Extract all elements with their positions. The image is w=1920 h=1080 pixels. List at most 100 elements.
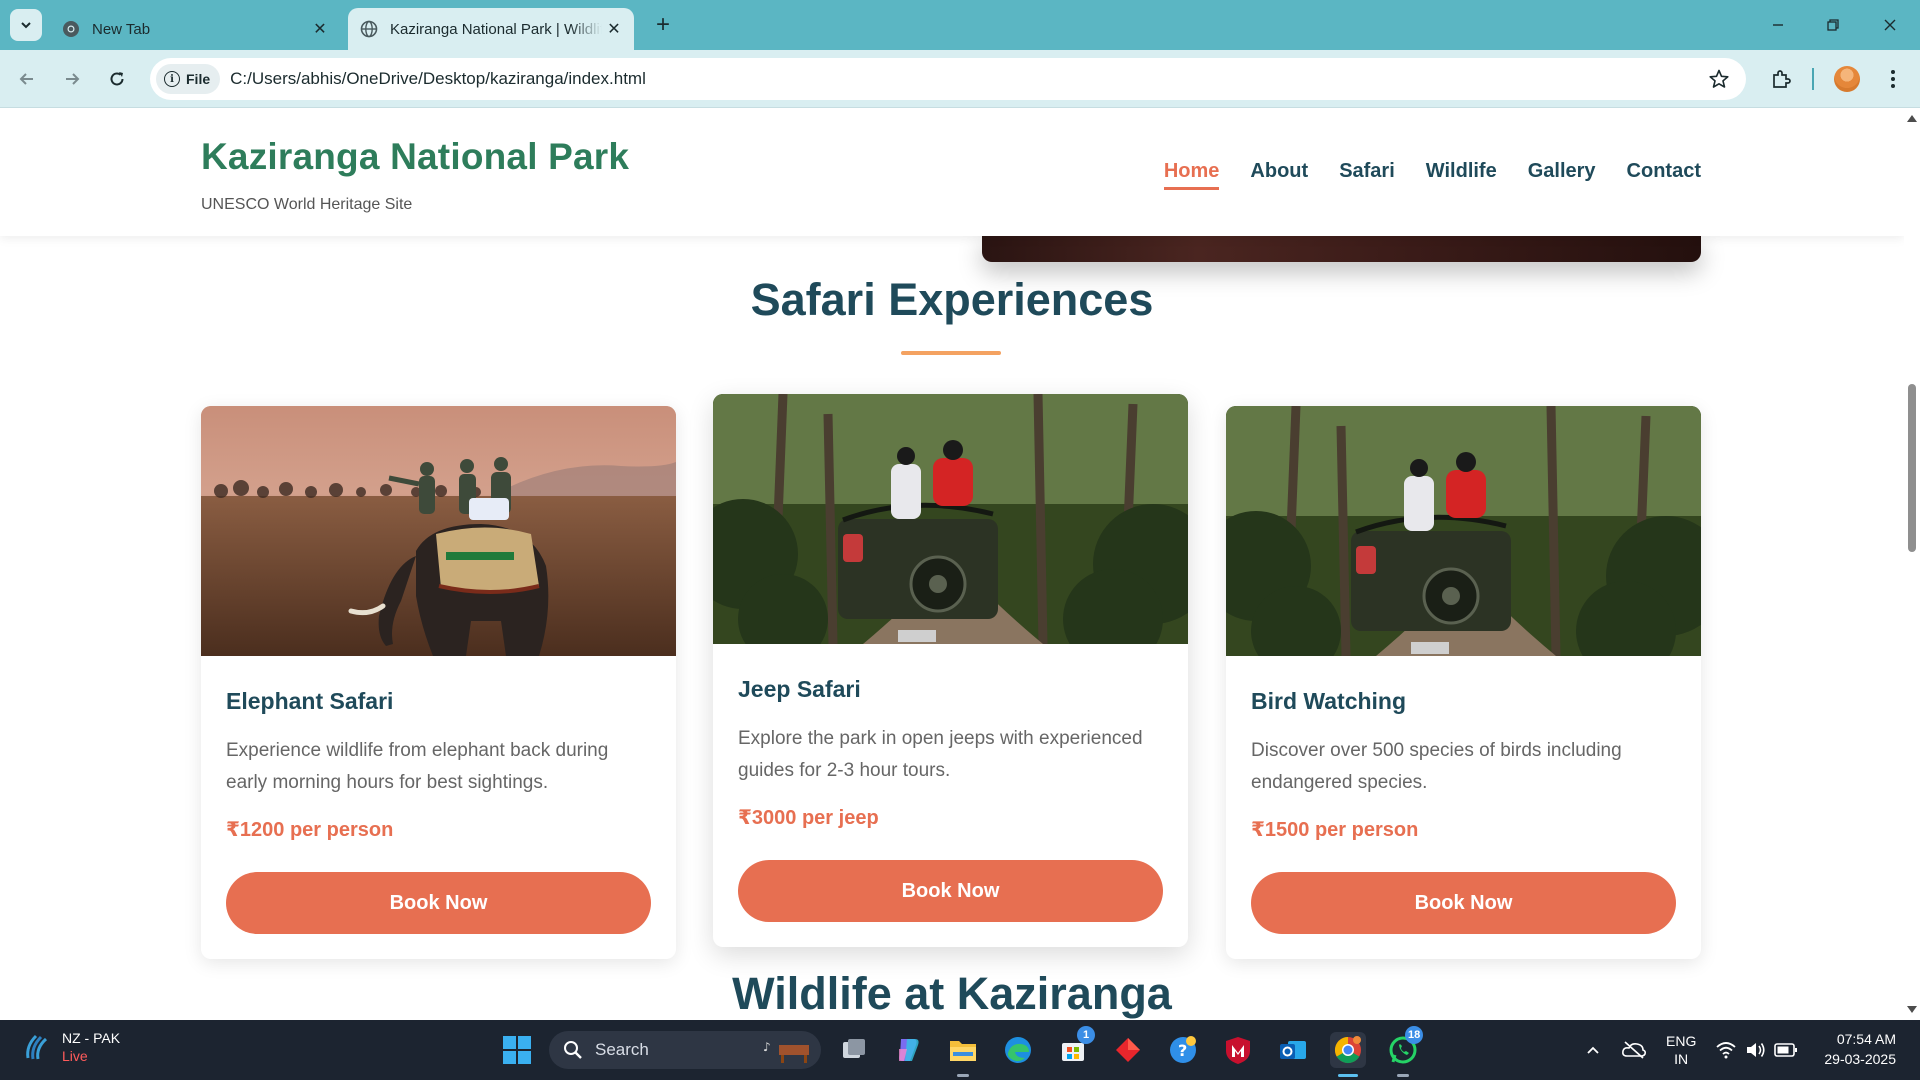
card-price: ₹1500 per person bbox=[1251, 819, 1419, 841]
bookmark-star-icon[interactable] bbox=[1708, 68, 1730, 90]
new-tab-plus-icon[interactable]: + bbox=[650, 11, 676, 38]
tab-search-button[interactable] bbox=[10, 9, 42, 41]
scrollbar-thumb[interactable] bbox=[1908, 384, 1916, 552]
language-line2: IN bbox=[1674, 1051, 1689, 1067]
browser-tab-bar: New Tab ✕ Kaziranga National Park | Wild… bbox=[0, 0, 1920, 50]
search-icon bbox=[564, 1041, 582, 1059]
extensions-icon[interactable] bbox=[1766, 64, 1796, 94]
search-placeholder: Search bbox=[595, 1040, 649, 1059]
language-indicator[interactable]: ENG IN bbox=[1666, 1020, 1696, 1080]
card-title: Elephant Safari bbox=[226, 688, 394, 714]
battery-icon[interactable] bbox=[1768, 1032, 1804, 1068]
tab-new-tab[interactable]: New Tab ✕ bbox=[50, 8, 340, 50]
task-view-icon[interactable] bbox=[836, 1032, 872, 1068]
site-header: Kaziranga National Park UNESCO World Her… bbox=[0, 108, 1904, 236]
book-now-button[interactable]: Book Now bbox=[738, 860, 1163, 922]
clock-date: 29-03-2025 bbox=[1824, 1051, 1896, 1067]
close-icon[interactable]: ✕ bbox=[602, 17, 626, 41]
page-scrollbar[interactable] bbox=[1904, 108, 1920, 1020]
svg-text:♪: ♪ bbox=[763, 1040, 771, 1054]
safari-section-title: Safari Experiences bbox=[750, 274, 1154, 325]
main-nav: Home About Safari Wildlife Gallery Conta… bbox=[1163, 160, 1701, 190]
title-underline bbox=[901, 351, 1001, 355]
card-title: Bird Watching bbox=[1251, 688, 1407, 714]
red-app-icon[interactable] bbox=[1110, 1032, 1146, 1068]
book-now-button[interactable]: Book Now bbox=[226, 872, 651, 934]
chevron-up-icon[interactable] bbox=[1575, 1032, 1611, 1068]
microsoft-store-icon[interactable]: 1 bbox=[1055, 1026, 1095, 1068]
store-badge: 1 bbox=[1077, 1026, 1095, 1044]
info-icon: i bbox=[164, 71, 180, 87]
card-price: ₹3000 per jeep bbox=[738, 807, 879, 829]
running-indicator bbox=[1397, 1074, 1409, 1077]
nav-home[interactable]: Home bbox=[1163, 160, 1220, 190]
url-text[interactable]: C:/Users/abhis/OneDrive/Desktop/kazirang… bbox=[230, 69, 646, 89]
jeep-safari-image bbox=[713, 394, 1188, 644]
minimize-icon[interactable] bbox=[1763, 12, 1793, 38]
scroll-down-arrow-icon[interactable] bbox=[1907, 1006, 1917, 1013]
reload-icon[interactable] bbox=[102, 64, 132, 94]
hero-image-bottom bbox=[982, 236, 1701, 262]
card-description: Discover over 500 species of birds inclu… bbox=[1251, 740, 1622, 793]
globe-icon bbox=[360, 20, 378, 38]
safari-card-elephant: Elephant Safari Experience wildlife from… bbox=[201, 406, 676, 959]
scroll-up-arrow-icon[interactable] bbox=[1907, 115, 1917, 122]
close-icon[interactable]: ✕ bbox=[308, 17, 332, 41]
chevron-down-icon bbox=[21, 22, 31, 29]
forward-arrow-icon[interactable] bbox=[57, 64, 87, 94]
tab-title: Kaziranga National Park | Wildlife bbox=[390, 20, 602, 38]
help-app-icon[interactable]: ? bbox=[1165, 1032, 1201, 1068]
address-bar[interactable]: i File C:/Users/abhis/OneDrive/Desktop/k… bbox=[150, 58, 1746, 100]
active-indicator bbox=[1338, 1074, 1358, 1077]
card-title: Jeep Safari bbox=[738, 676, 861, 702]
tab-title: New Tab bbox=[92, 20, 151, 38]
cricket-icon bbox=[26, 1034, 48, 1060]
page-viewport: Kaziranga National Park UNESCO World Her… bbox=[0, 108, 1904, 1020]
clock-time: 07:54 AM bbox=[1836, 1031, 1896, 1047]
site-logo-subtitle: UNESCO World Heritage Site bbox=[201, 196, 413, 213]
running-indicator bbox=[957, 1074, 969, 1077]
widgets-button[interactable]: NZ - PAK Live bbox=[22, 1030, 120, 1064]
nav-wildlife[interactable]: Wildlife bbox=[1426, 160, 1497, 190]
safari-card-bird-watching: Bird Watching Discover over 500 species … bbox=[1226, 406, 1701, 959]
wildlife-section-title: Wildlife at Kaziranga bbox=[732, 968, 1172, 1019]
nav-gallery[interactable]: Gallery bbox=[1528, 160, 1596, 190]
nav-about[interactable]: About bbox=[1250, 160, 1308, 190]
window-close-icon[interactable] bbox=[1875, 12, 1905, 38]
book-now-button[interactable]: Book Now bbox=[1251, 872, 1676, 934]
onedrive-offline-icon[interactable] bbox=[1616, 1032, 1652, 1068]
nav-contact[interactable]: Contact bbox=[1627, 160, 1701, 190]
card-description: Explore the park in open jeeps with expe… bbox=[738, 728, 1143, 781]
back-arrow-icon[interactable] bbox=[12, 64, 42, 94]
site-chip-label: File bbox=[186, 71, 211, 87]
file-explorer-icon[interactable] bbox=[945, 1032, 981, 1068]
widget-live-label: Live bbox=[62, 1048, 88, 1064]
widget-title: NZ - PAK bbox=[62, 1030, 121, 1046]
taskbar-clock[interactable]: 07:54 AM 29-03-2025 bbox=[1824, 1029, 1896, 1069]
nav-safari[interactable]: Safari bbox=[1339, 160, 1395, 190]
chrome-taskbar-icon[interactable] bbox=[1330, 1032, 1366, 1068]
tab-kaziranga[interactable]: Kaziranga National Park | Wildlife ✕ bbox=[348, 8, 634, 50]
elephant-safari-image bbox=[201, 406, 676, 656]
safari-card-jeep: Jeep Safari Explore the park in open jee… bbox=[713, 394, 1188, 947]
site-info-chip[interactable]: i File bbox=[156, 64, 221, 94]
chrome-icon bbox=[62, 20, 80, 38]
edge-icon[interactable] bbox=[1000, 1032, 1036, 1068]
menu-kebab-icon[interactable] bbox=[1878, 64, 1908, 94]
whatsapp-icon[interactable]: 18 bbox=[1385, 1026, 1424, 1068]
windows-taskbar: NZ - PAK Live Search ♪ 1 ? 18 ENG IN 07:… bbox=[0, 1020, 1920, 1080]
taskbar-search[interactable]: Search ♪ bbox=[549, 1031, 821, 1069]
profile-avatar[interactable] bbox=[1832, 64, 1862, 94]
search-highlight-icon: ♪ bbox=[763, 1040, 809, 1063]
outlook-icon[interactable] bbox=[1275, 1032, 1311, 1068]
card-price: ₹1200 per person bbox=[226, 819, 394, 841]
copilot-icon[interactable] bbox=[890, 1032, 926, 1068]
mcafee-icon[interactable] bbox=[1220, 1032, 1256, 1068]
restore-icon[interactable] bbox=[1818, 12, 1848, 38]
card-description: Experience wildlife from elephant back d… bbox=[226, 740, 609, 793]
site-logo-title[interactable]: Kaziranga National Park bbox=[201, 136, 629, 178]
toolbar-divider bbox=[1812, 68, 1814, 90]
svg-text:?: ? bbox=[1178, 1041, 1187, 1060]
windows-start-icon[interactable] bbox=[499, 1032, 535, 1068]
language-line1: ENG bbox=[1666, 1033, 1697, 1049]
